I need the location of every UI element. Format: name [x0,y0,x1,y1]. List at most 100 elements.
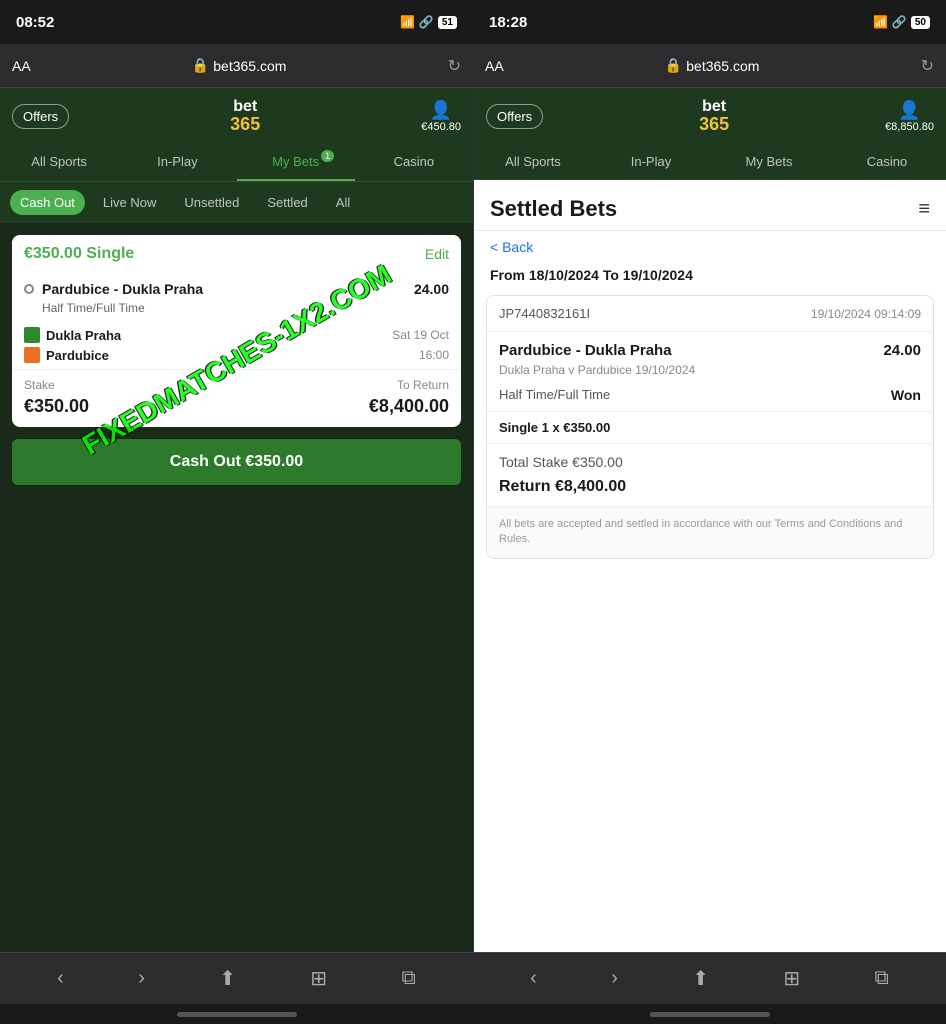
sub-tab-settled[interactable]: Settled [257,190,317,215]
back-link[interactable]: < Back [474,231,946,263]
bet-card-header: €350.00 Single Edit [12,235,461,273]
share-button-left[interactable]: ⬆ [219,966,236,991]
settled-market-row: Half Time/Full Time Won [487,383,933,412]
tab-my-bets-right[interactable]: My Bets [710,144,828,179]
my-bets-badge: 1 [321,150,334,162]
cash-out-button[interactable]: Cash Out €350.00 [12,439,461,485]
signal-icon-right: 📶 [873,15,888,29]
sub-tab-all[interactable]: All [326,190,360,215]
aa-button-right[interactable]: AA [485,58,504,74]
team-left-1: Dukla Praha [24,327,121,343]
tabs-button-right[interactable]: ⧉ [874,967,888,990]
bet-market: Half Time/Full Time [12,301,461,321]
left-status: 08:52 📶 🔗 51 [0,0,473,44]
bet-edit-button[interactable]: Edit [425,246,449,262]
right-tab-bar: All Sports In-Play My Bets Casino [474,144,946,180]
tab-all-sports-left[interactable]: All Sports [0,144,118,181]
home-pill-right [650,1012,770,1017]
tab-in-play-left[interactable]: In-Play [118,144,236,181]
forward-button-left[interactable]: › [138,967,145,990]
back-button-right[interactable]: ‹ [530,967,537,990]
team-row-1: Dukla Praha Sat 19 Oct [24,327,449,343]
sub-tab-livenow[interactable]: Live Now [93,190,166,215]
right-balance: €8,850.80 [885,121,934,133]
settled-return: Return €8,400.00 [487,474,933,506]
tab-my-bets-left[interactable]: My Bets1 [237,144,355,181]
main-area: Offers bet 365 👤 €450.80 All Sports In-P… [0,88,946,952]
settled-title: Settled Bets [490,196,617,222]
left-offers-button[interactable]: Offers [12,104,69,129]
bet-stake-values: €350.00 €8,400.00 [12,396,461,427]
status-bar: 08:52 📶 🔗 51 18:28 📶 🔗 50 [0,0,946,44]
bookmarks-button-left[interactable]: ⊞ [310,966,327,991]
refresh-button-right[interactable]: ↻ [921,56,934,76]
return-label: To Return [397,378,449,392]
logo-bet-left: bet [233,99,257,115]
date-range: From 18/10/2024 To 19/10/2024 [474,263,946,295]
tab-all-sports-right[interactable]: All Sports [474,144,592,179]
left-status-icons: 📶 🔗 51 [400,15,457,29]
account-icon-left: 👤 [430,100,452,121]
logo-365-right: 365 [699,115,729,133]
right-account[interactable]: 👤 €8,850.80 [885,100,934,133]
settled-total-stake: Total Stake €350.00 [487,444,933,474]
settled-odds: 24.00 [883,342,921,359]
wifi-icon-right: 🔗 [892,15,907,29]
tab-casino-right[interactable]: Casino [828,144,946,179]
bet-card-container: €350.00 Single Edit Pardubice - Dukla Pr… [0,223,473,497]
right-offers-button[interactable]: Offers [486,104,543,129]
sub-tab-unsettled[interactable]: Unsettled [174,190,249,215]
left-account[interactable]: 👤 €450.80 [421,100,461,133]
battery-badge: 51 [438,16,457,29]
sub-tab-cashout[interactable]: Cash Out [10,190,85,215]
refresh-button-left[interactable]: ↻ [448,56,461,76]
bookmarks-button-right[interactable]: ⊞ [783,966,800,991]
bet-odds: 24.00 [414,281,449,297]
aa-button-left[interactable]: AA [12,58,31,74]
right-home-indicator [473,1004,946,1024]
right-nav-bar: Offers bet 365 👤 €8,850.80 [474,88,946,144]
settled-subtitle: Dukla Praha v Pardubice 19/10/2024 [487,363,933,383]
sub-tabs: Cash Out Live Now Unsettled Settled All [0,182,473,223]
tab-in-play-right[interactable]: In-Play [592,144,710,179]
share-button-right[interactable]: ⬆ [692,966,709,991]
logo-365-left: 365 [230,115,260,133]
browser-bar: AA 🔒 bet365.com ↻ AA 🔒 bet365.com ↻ [0,44,946,88]
settled-match-row: Pardubice - Dukla Praha 24.00 [487,332,933,363]
right-logo: bet 365 [699,99,729,133]
url-bar-left[interactable]: 🔒 bet365.com [192,57,287,74]
team1-name: Dukla Praha [46,328,121,343]
bottom-nav: ‹ › ⬆ ⊞ ⧉ ‹ › ⬆ ⊞ ⧉ [0,952,946,1004]
team2-shirt-icon [24,347,40,363]
settled-card: JP7440832161I 19/10/2024 09:14:09 Pardub… [486,295,934,559]
tab-casino-left[interactable]: Casino [355,144,473,181]
settled-won: Won [891,387,921,403]
back-button-left[interactable]: ‹ [57,967,64,990]
battery-badge-right: 50 [911,16,930,29]
home-indicator [0,1004,946,1024]
settled-market-label: Half Time/Full Time [499,387,610,403]
logo-bet-right: bet [702,99,726,115]
signal-icon: 📶 [400,15,415,29]
forward-button-right[interactable]: › [611,967,618,990]
bet-card: €350.00 Single Edit Pardubice - Dukla Pr… [12,235,461,427]
settled-single: Single 1 x €350.00 [487,412,933,444]
bet-ref: JP7440832161I [499,306,590,321]
bet-match-name: Pardubice - Dukla Praha [42,281,203,297]
right-status-icons: 📶 🔗 50 [873,15,930,29]
tabs-button-left[interactable]: ⧉ [401,967,415,990]
settled-card-header: JP7440832161I 19/10/2024 09:14:09 [487,296,933,332]
lock-icon-left: 🔒 [192,57,209,74]
left-bottom-nav: ‹ › ⬆ ⊞ ⧉ [0,952,473,1004]
bet-match-row: Pardubice - Dukla Praha 24.00 [12,273,461,301]
url-bar-right[interactable]: 🔒 bet365.com [665,57,760,74]
left-panel: Offers bet 365 👤 €450.80 All Sports In-P… [0,88,473,952]
left-nav-bar: Offers bet 365 👤 €450.80 [0,88,473,144]
right-time: 18:28 [489,14,527,31]
team-row-2: Pardubice 16:00 [24,347,449,363]
left-logo: bet 365 [230,99,260,133]
settled-match-name: Pardubice - Dukla Praha [499,342,672,359]
hamburger-icon[interactable]: ≡ [918,198,930,221]
settled-bets-area: Settled Bets ≡ < Back From 18/10/2024 To… [474,180,946,952]
left-browser: AA 🔒 bet365.com ↻ [0,44,473,88]
